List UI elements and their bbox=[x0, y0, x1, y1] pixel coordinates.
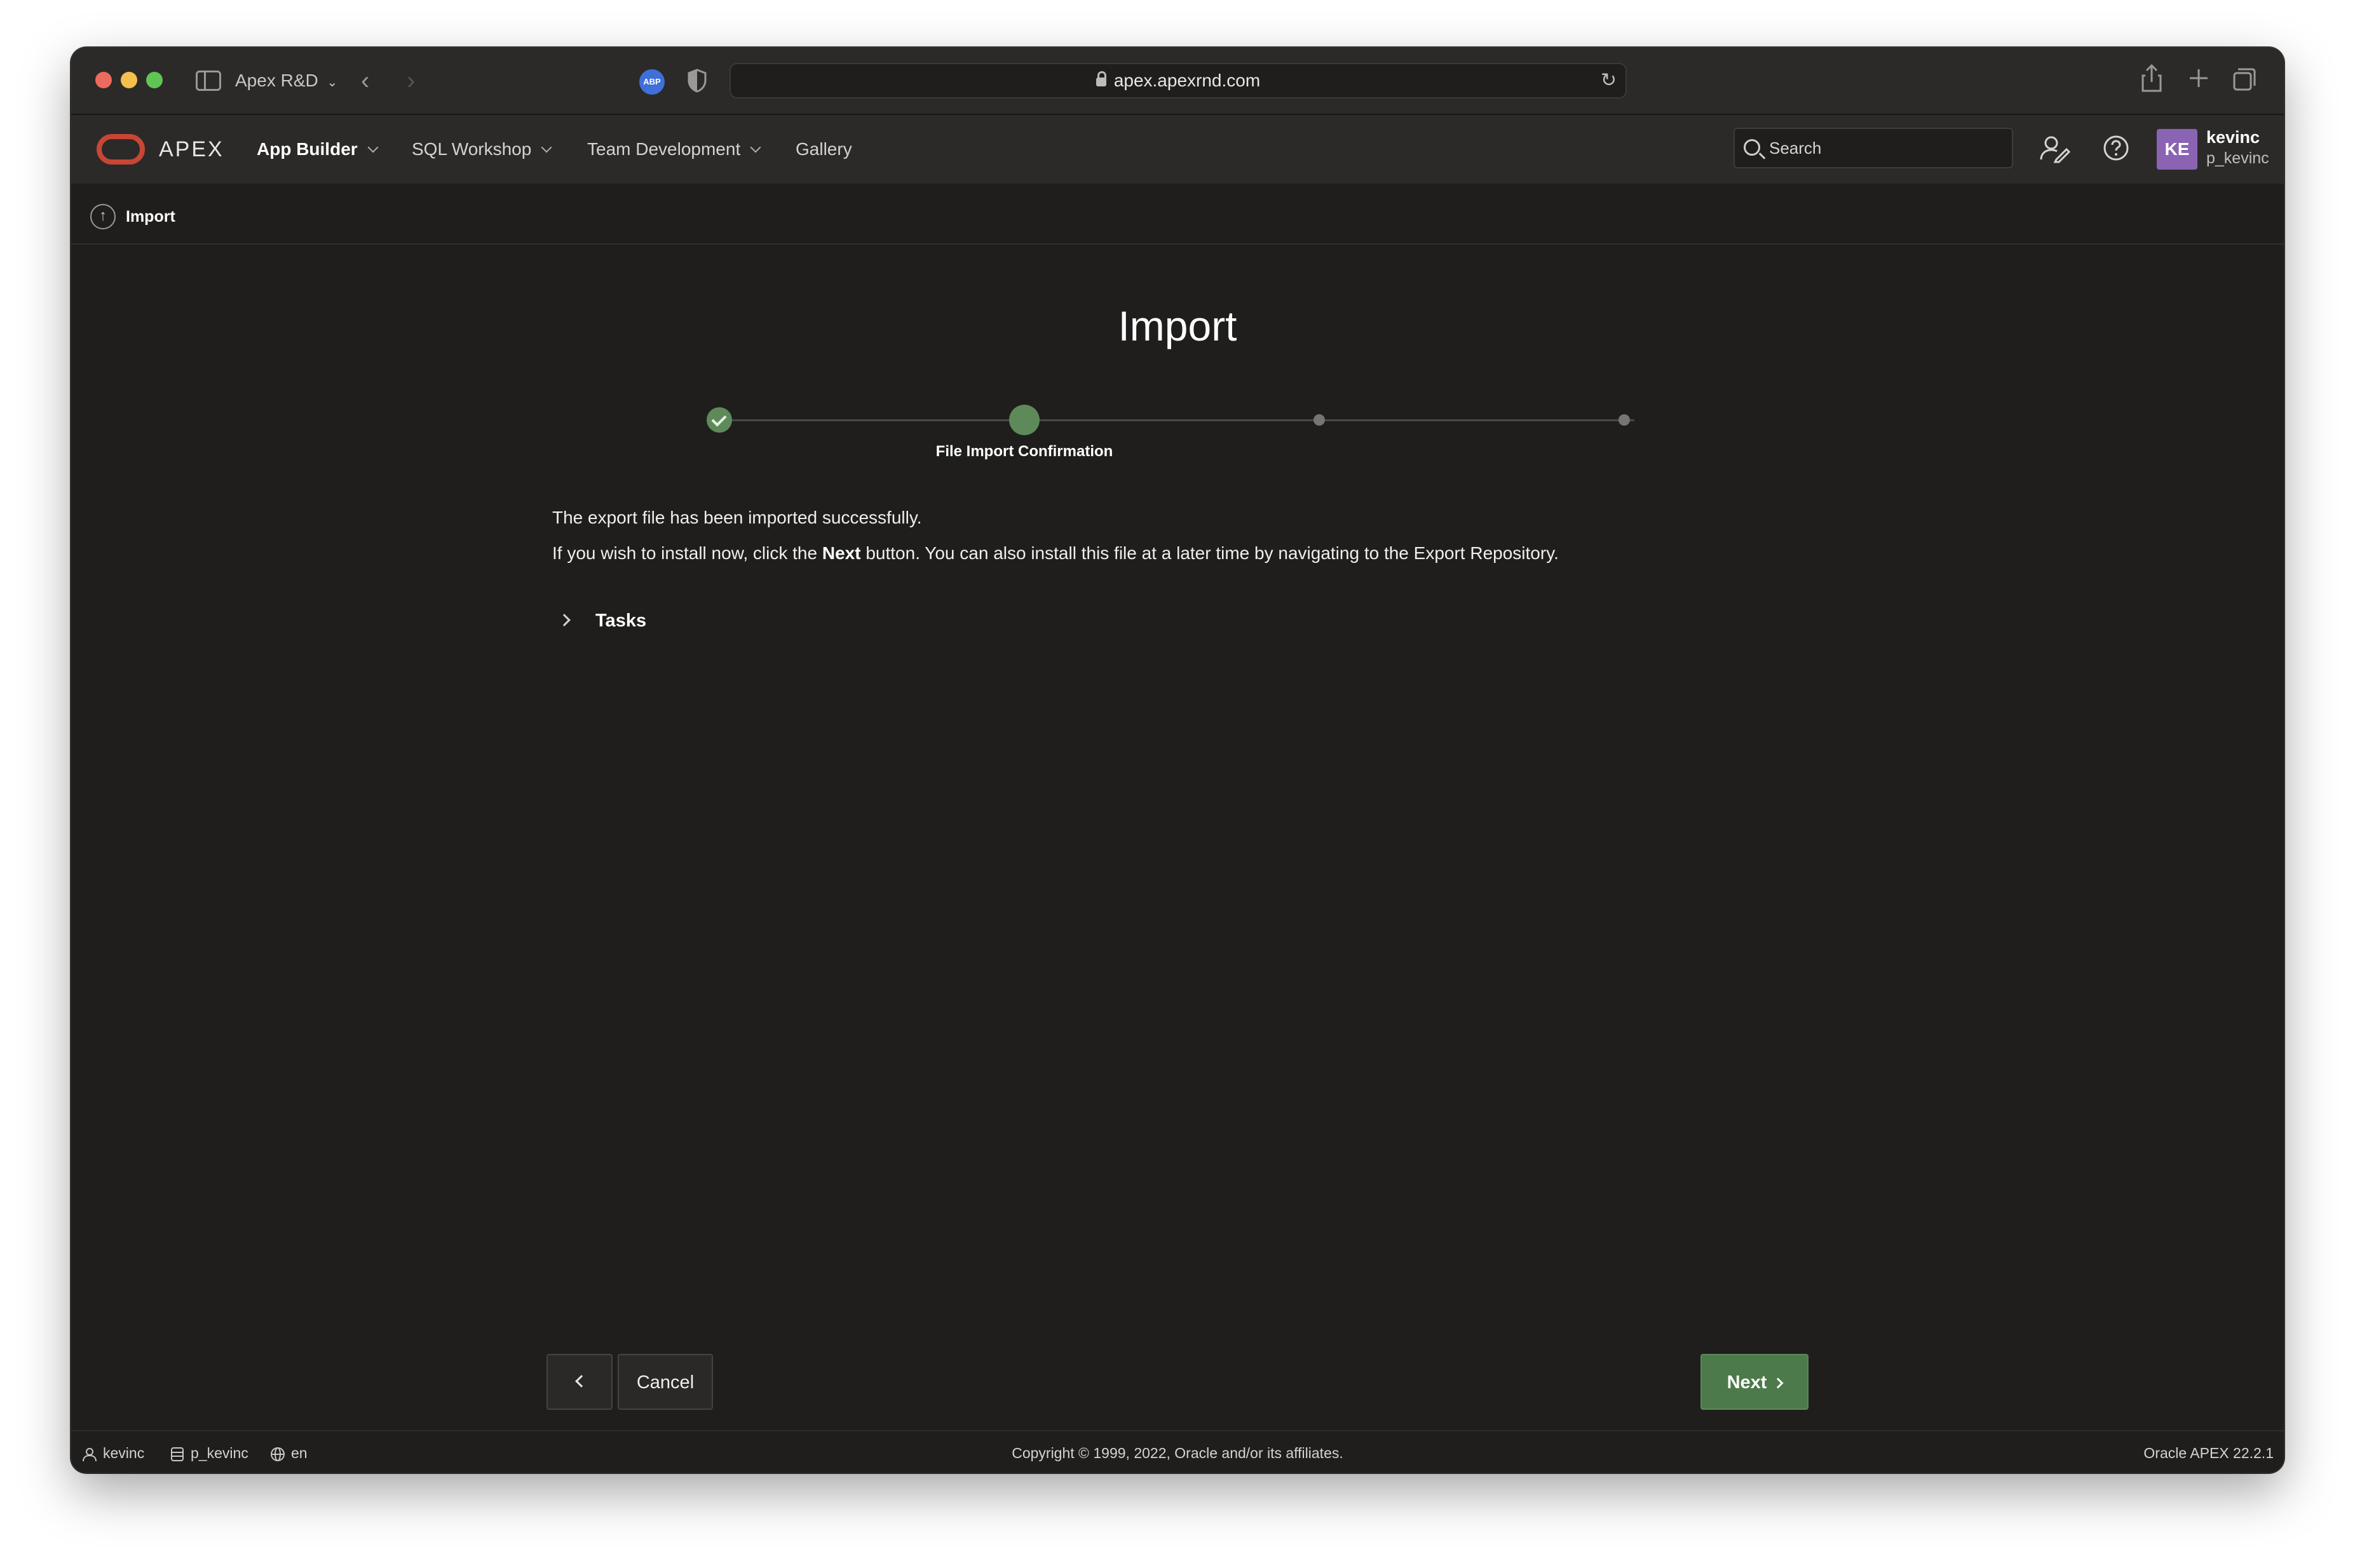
menu-label: SQL Workshop bbox=[412, 139, 532, 159]
browser-window: Apex R&D ⌄ ‹ › ABP apex.apexrnd.com ↻ AP… bbox=[71, 48, 2284, 1473]
wizard-step-upcoming bbox=[1619, 414, 1630, 426]
address-bar[interactable]: apex.apexrnd.com ↻ bbox=[730, 63, 1627, 98]
lock-icon bbox=[1096, 71, 1106, 86]
close-window-button[interactable] bbox=[95, 72, 112, 88]
tab-group-label: Apex R&D bbox=[235, 71, 318, 90]
wizard-step-completed-checkmark-icon bbox=[707, 407, 732, 433]
new-tab-icon[interactable] bbox=[2187, 67, 2210, 90]
share-icon[interactable] bbox=[2140, 63, 2163, 93]
menu-label: Team Development bbox=[587, 139, 741, 159]
browser-toolbar: Apex R&D ⌄ ‹ › ABP apex.apexrnd.com ↻ bbox=[71, 48, 2284, 115]
menu-label: App Builder bbox=[257, 139, 358, 159]
menu-team-development[interactable]: Team Development bbox=[587, 134, 761, 165]
url-text: apex.apexrnd.com bbox=[1113, 71, 1261, 90]
instructions-next-emphasis: Next bbox=[822, 543, 861, 563]
menu-label: Gallery bbox=[796, 139, 852, 159]
chevron-left-icon bbox=[575, 1375, 588, 1388]
avatar[interactable]: KE bbox=[2157, 129, 2197, 170]
breadcrumb: ↑ Import bbox=[71, 184, 2284, 245]
help-icon[interactable] bbox=[2098, 130, 2134, 166]
minimize-window-button[interactable] bbox=[121, 72, 137, 88]
wizard-step-current bbox=[1009, 405, 1040, 435]
chevron-down-icon bbox=[750, 142, 761, 153]
tab-overview-icon[interactable] bbox=[2232, 67, 2257, 92]
success-message: The export file has been imported succes… bbox=[552, 508, 922, 527]
forward-arrow-icon[interactable]: › bbox=[407, 67, 415, 95]
apex-header: APEX App Builder SQL Workshop Team Devel… bbox=[71, 115, 2284, 184]
search-input[interactable] bbox=[1769, 129, 2004, 167]
menu-app-builder[interactable]: App Builder bbox=[257, 134, 379, 165]
instructions-text-pre: If you wish to install now, click the bbox=[552, 543, 822, 563]
footer: kevinc p_kevinc en Copyright © 1999, 202… bbox=[71, 1430, 2284, 1473]
search-box[interactable] bbox=[1734, 128, 2013, 168]
zoom-window-button[interactable] bbox=[146, 72, 163, 88]
oracle-logo-icon[interactable] bbox=[97, 134, 145, 165]
privacy-shield-icon[interactable] bbox=[686, 68, 708, 93]
chevron-down-icon bbox=[367, 142, 379, 153]
menu-gallery[interactable]: Gallery bbox=[796, 134, 852, 165]
breadcrumb-current: Import bbox=[126, 208, 175, 226]
tasks-label: Tasks bbox=[595, 611, 647, 631]
apex-brand[interactable]: APEX bbox=[159, 134, 224, 165]
wizard-step-label: File Import Confirmation bbox=[935, 443, 1113, 460]
user-workspace[interactable]: p_kevinc bbox=[2206, 149, 2269, 168]
wizard-progress-track bbox=[719, 419, 1634, 421]
adblock-extension-icon[interactable]: ABP bbox=[639, 69, 665, 95]
chevron-down-icon: ⌄ bbox=[327, 76, 338, 90]
instructions-text-post: button. You can also install this file a… bbox=[860, 543, 1559, 563]
page-title: Import bbox=[1118, 302, 1237, 349]
cancel-button[interactable]: Cancel bbox=[618, 1354, 713, 1410]
wizard-step-upcoming bbox=[1313, 414, 1325, 426]
back-arrow-icon[interactable]: ‹ bbox=[361, 67, 369, 95]
administration-icon[interactable] bbox=[2037, 130, 2073, 166]
upload-arrow-icon: ↑ bbox=[90, 204, 116, 229]
previous-button[interactable] bbox=[546, 1354, 613, 1410]
search-icon bbox=[1744, 139, 1760, 156]
next-label: Next bbox=[1727, 1372, 1767, 1393]
version-text: Oracle APEX 22.2.1 bbox=[2143, 1445, 2274, 1461]
chevron-right-icon bbox=[1772, 1377, 1784, 1389]
next-button[interactable]: Next bbox=[1700, 1354, 1809, 1410]
chevron-down-icon bbox=[541, 142, 552, 153]
install-instructions: If you wish to install now, click the Ne… bbox=[552, 541, 1559, 566]
tab-group-selector[interactable]: Apex R&D ⌄ bbox=[235, 67, 337, 97]
menu-sql-workshop[interactable]: SQL Workshop bbox=[412, 134, 552, 165]
sidebar-toggle-icon[interactable] bbox=[196, 71, 221, 91]
copyright-text: Copyright © 1999, 2022, Oracle and/or it… bbox=[1012, 1445, 1343, 1461]
chevron-right-icon bbox=[558, 614, 571, 626]
reload-icon[interactable]: ↻ bbox=[1601, 64, 1617, 97]
user-name[interactable]: kevinc bbox=[2206, 128, 2260, 147]
